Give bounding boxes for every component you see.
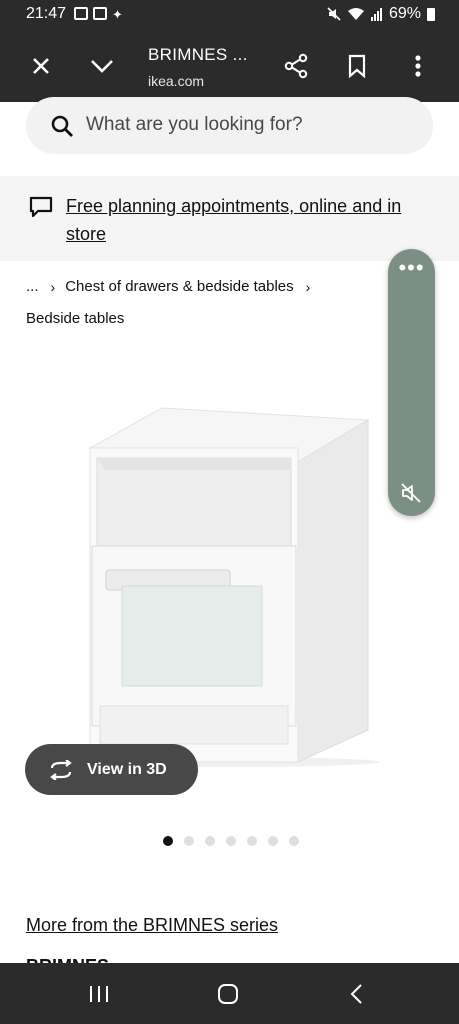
chevron-right-icon: › xyxy=(305,278,311,295)
wand-icon: ✦ xyxy=(112,7,123,22)
carousel-indicator xyxy=(163,836,299,846)
back-icon xyxy=(350,984,362,1004)
search-bar[interactable] xyxy=(26,97,433,154)
view-in-3d-button[interactable]: View in 3D xyxy=(25,744,198,795)
breadcrumb: ... › Chest of drawers & bedside tables … xyxy=(26,278,320,295)
carousel-dot[interactable] xyxy=(163,836,173,846)
battery-icon xyxy=(427,7,435,21)
notification-icons: ✦ xyxy=(74,7,123,23)
battery-percent: 69% xyxy=(388,5,421,22)
browser-toolbar: BRIMNES ... ikea.com xyxy=(0,30,459,102)
status-right: 69% xyxy=(327,5,435,23)
chevron-right-icon: › xyxy=(50,278,56,295)
planning-banner: Free planning appointments, online and i… xyxy=(0,176,459,261)
wifi-icon xyxy=(347,8,364,20)
signal-icon xyxy=(370,7,382,21)
carousel-dot[interactable] xyxy=(226,836,236,846)
breadcrumb-category[interactable]: Chest of drawers & bedside tables xyxy=(65,278,293,295)
system-nav-bar xyxy=(0,963,459,1024)
chat-bubble-icon xyxy=(29,196,53,218)
rotate-3d-icon xyxy=(50,759,72,780)
gallery-icon xyxy=(74,7,88,20)
carousel-dot[interactable] xyxy=(268,836,278,846)
search-icon xyxy=(51,115,73,137)
bookmark-icon xyxy=(348,54,366,78)
chevron-down-icon xyxy=(91,60,113,73)
breadcrumb-ellipsis[interactable]: ... xyxy=(26,278,39,295)
muted-speaker-icon[interactable] xyxy=(399,481,423,505)
more-options-button[interactable] xyxy=(402,50,434,82)
page: 21:47 ✦ 69% BRIMNES ... ikea.com What ar… xyxy=(0,0,459,1024)
close-icon xyxy=(33,58,49,74)
carousel-dot[interactable] xyxy=(247,836,257,846)
mute-status-icon xyxy=(327,7,341,21)
home-icon xyxy=(218,984,238,1004)
more-dots-icon[interactable]: ••• xyxy=(388,257,435,279)
back-button[interactable] xyxy=(344,981,370,1007)
page-url: ikea.com xyxy=(148,73,205,89)
status-time: 21:47 xyxy=(26,5,67,22)
carousel-dot[interactable] xyxy=(289,836,299,846)
recents-button[interactable] xyxy=(86,981,112,1007)
page-title: BRIMNES ... xyxy=(148,45,248,64)
home-button[interactable] xyxy=(215,981,241,1007)
search-input[interactable] xyxy=(86,109,406,141)
close-button[interactable] xyxy=(25,50,57,82)
share-icon xyxy=(284,53,308,79)
share-button[interactable] xyxy=(280,50,312,82)
bookmark-button[interactable] xyxy=(341,50,373,82)
kebab-menu-icon xyxy=(415,55,421,77)
product-image[interactable] xyxy=(70,400,390,770)
planning-appointments-link[interactable]: Free planning appointments, online and i… xyxy=(66,192,436,248)
carousel-dot[interactable] xyxy=(184,836,194,846)
status-bar: 21:47 ✦ 69% xyxy=(0,0,459,30)
carousel-dot[interactable] xyxy=(205,836,215,846)
floating-media-panel[interactable]: ••• xyxy=(388,249,435,516)
mail-icon xyxy=(93,7,107,20)
more-from-series-link[interactable]: More from the BRIMNES series xyxy=(26,915,278,936)
view-in-3d-label: View in 3D xyxy=(87,760,167,778)
recents-icon xyxy=(90,986,108,1002)
minimize-button[interactable] xyxy=(86,50,118,82)
breadcrumb-current[interactable]: Bedside tables xyxy=(26,310,124,327)
